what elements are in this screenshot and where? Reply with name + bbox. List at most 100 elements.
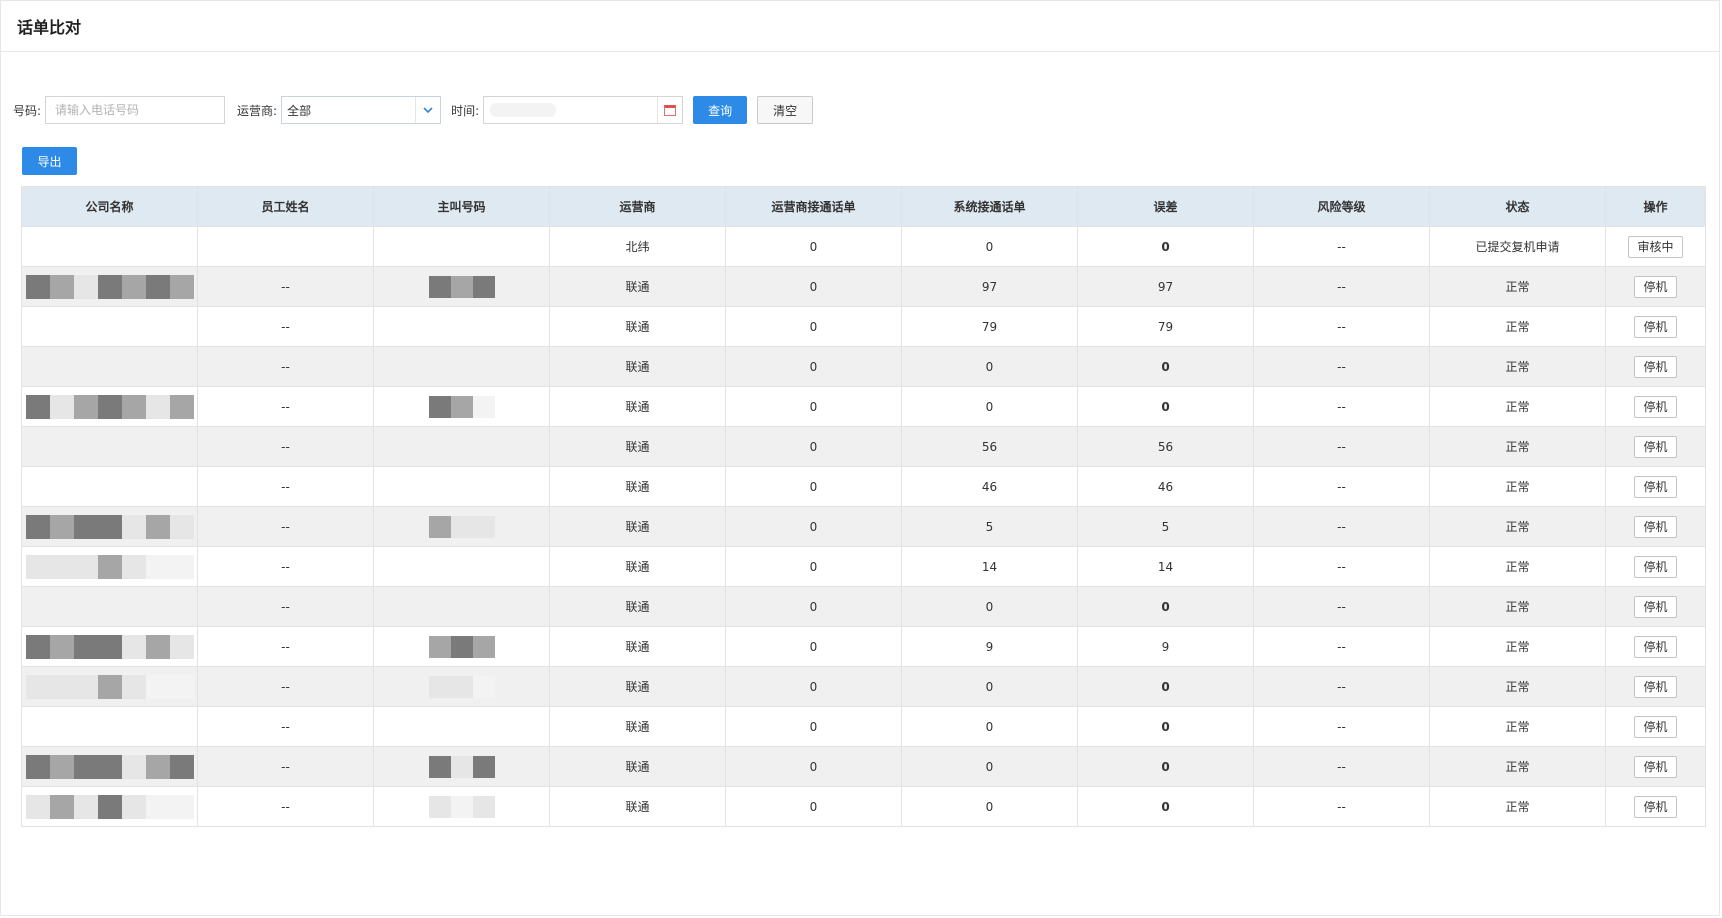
diff-cell: 0	[1077, 226, 1254, 267]
suspend-button[interactable]: 停机	[1634, 275, 1677, 298]
suspend-button[interactable]: 停机	[1634, 595, 1677, 618]
employee-name-cell: --	[197, 746, 374, 787]
employee-name-cell	[197, 226, 374, 267]
carrier-calls-cell: 0	[725, 386, 902, 427]
suspend-button[interactable]: 停机	[1634, 755, 1677, 778]
query-button[interactable]: 查询	[693, 96, 748, 124]
under-review-button[interactable]: 审核中	[1628, 235, 1683, 258]
carrier-cell: 联通	[549, 746, 726, 787]
table-row: -- 联通 0 0 0 -- 正常 停机	[21, 786, 1706, 827]
suspend-button[interactable]: 停机	[1634, 635, 1677, 658]
diff-cell: 46	[1077, 466, 1254, 507]
action-cell: 停机	[1605, 506, 1706, 547]
employee-name-cell: --	[197, 626, 374, 667]
status-cell: 正常	[1429, 666, 1606, 707]
table-row: -- 联通 0 97 97 -- 正常 停机	[21, 266, 1706, 307]
employee-name-cell: --	[197, 266, 374, 307]
suspend-button[interactable]: 停机	[1634, 795, 1677, 818]
status-cell: 正常	[1429, 786, 1606, 827]
table-header-row: 公司名称 员工姓名 主叫号码 运营商 运营商接通话单 系统接通话单 误差 风险等…	[21, 186, 1706, 227]
time-date-picker[interactable]	[483, 96, 684, 124]
action-cell: 停机	[1605, 706, 1706, 747]
carrier-calls-cell: 0	[725, 506, 902, 547]
company-name-cell	[21, 746, 198, 787]
suspend-button[interactable]: 停机	[1634, 555, 1677, 578]
status-cell: 正常	[1429, 266, 1606, 307]
employee-name-cell: --	[197, 386, 374, 427]
table-row: -- 联通 0 0 0 -- 正常 停机	[21, 586, 1706, 627]
system-calls-cell: 5	[901, 506, 1078, 547]
risk-level-cell: --	[1253, 506, 1430, 547]
redacted-company-name	[25, 754, 194, 779]
carrier-calls-cell: 0	[725, 466, 902, 507]
carrier-calls-cell: 0	[725, 346, 902, 387]
action-cell: 停机	[1605, 746, 1706, 787]
system-calls-cell: 56	[901, 426, 1078, 467]
suspend-button[interactable]: 停机	[1634, 475, 1677, 498]
company-name-cell	[21, 546, 198, 587]
carrier-calls-cell: 0	[725, 266, 902, 307]
company-name-cell	[21, 586, 198, 627]
suspend-button[interactable]: 停机	[1634, 395, 1677, 418]
status-cell: 正常	[1429, 346, 1606, 387]
chevron-down-icon[interactable]	[415, 97, 440, 123]
status-cell: 正常	[1429, 506, 1606, 547]
caller-number-cell	[373, 626, 550, 667]
column-header: 运营商接通话单	[725, 186, 902, 227]
table-row: -- 联通 0 79 79 -- 正常 停机	[21, 306, 1706, 347]
suspend-button[interactable]: 停机	[1634, 435, 1677, 458]
carrier-cell: 联通	[549, 386, 726, 427]
column-header: 风险等级	[1253, 186, 1430, 227]
carrier-calls-cell: 0	[725, 746, 902, 787]
carrier-calls-cell: 0	[725, 586, 902, 627]
carrier-cell: 联通	[549, 506, 726, 547]
system-calls-cell: 97	[901, 266, 1078, 307]
status-cell: 正常	[1429, 586, 1606, 627]
column-header: 系统接通话单	[901, 186, 1078, 227]
table-row: -- 联通 0 0 0 -- 正常 停机	[21, 386, 1706, 427]
carrier-cell: 联通	[549, 426, 726, 467]
clear-button[interactable]: 清空	[757, 96, 814, 124]
carrier-label: 运营商:	[237, 103, 278, 118]
calendar-icon[interactable]	[657, 97, 682, 123]
carrier-select[interactable]: 全部	[281, 96, 442, 124]
action-cell: 停机	[1605, 546, 1706, 587]
carrier-calls-cell: 0	[725, 626, 902, 667]
call-record-table: 公司名称 员工姓名 主叫号码 运营商 运营商接通话单 系统接通话单 误差 风险等…	[21, 186, 1706, 827]
suspend-button[interactable]: 停机	[1634, 355, 1677, 378]
carrier-cell: 联通	[549, 266, 726, 307]
system-calls-cell: 0	[901, 706, 1078, 747]
diff-cell: 0	[1077, 786, 1254, 827]
carrier-cell: 联通	[549, 666, 726, 707]
company-name-cell	[21, 306, 198, 347]
system-calls-cell: 0	[901, 586, 1078, 627]
diff-cell: 5	[1077, 506, 1254, 547]
diff-cell: 9	[1077, 626, 1254, 667]
carrier-cell: 联通	[549, 786, 726, 827]
caller-number-cell	[373, 506, 550, 547]
caller-number-cell	[373, 546, 550, 587]
suspend-button[interactable]: 停机	[1634, 515, 1677, 538]
suspend-button[interactable]: 停机	[1634, 715, 1677, 738]
carrier-select-value: 全部	[287, 103, 312, 118]
suspend-button[interactable]: 停机	[1634, 315, 1677, 338]
export-button[interactable]: 导出	[22, 147, 77, 175]
employee-name-cell: --	[197, 466, 374, 507]
diff-cell: 97	[1077, 266, 1254, 307]
date-value-redacted	[490, 103, 557, 117]
action-cell: 停机	[1605, 346, 1706, 387]
carrier-calls-cell: 0	[725, 306, 902, 347]
status-cell: 已提交复机申请	[1429, 226, 1606, 267]
phone-input[interactable]	[45, 96, 226, 124]
diff-cell: 79	[1077, 306, 1254, 347]
company-name-cell	[21, 626, 198, 667]
redacted-caller-number	[428, 275, 495, 298]
diff-cell: 56	[1077, 426, 1254, 467]
carrier-calls-cell: 0	[725, 666, 902, 707]
carrier-cell: 联通	[549, 706, 726, 747]
redacted-caller-number	[428, 795, 495, 818]
diff-cell: 0	[1077, 666, 1254, 707]
redacted-caller-number	[428, 755, 495, 778]
suspend-button[interactable]: 停机	[1634, 675, 1677, 698]
phone-label: 号码:	[13, 103, 42, 118]
